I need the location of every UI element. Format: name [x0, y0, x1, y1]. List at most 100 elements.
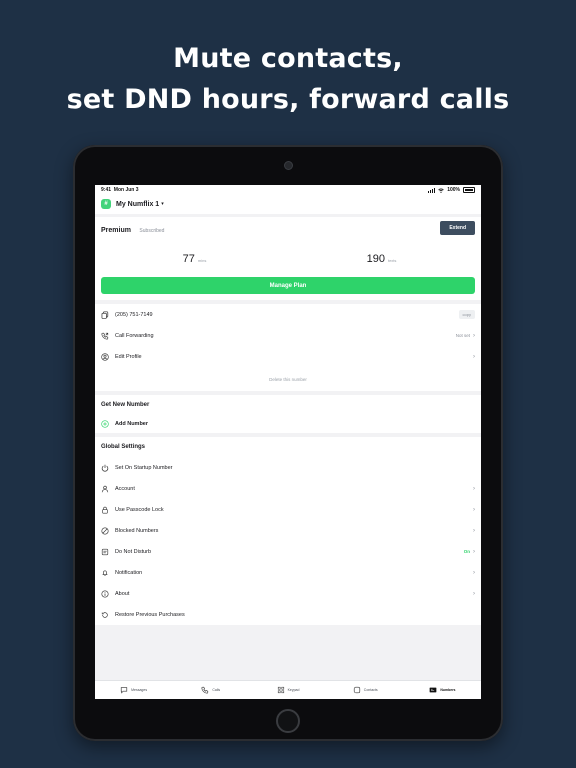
delete-number-link[interactable]: Delete this number [95, 367, 481, 391]
copy-icon [101, 310, 109, 319]
phone-number-row: (205) 751-7149 copy [95, 304, 481, 325]
setting-label: Account [115, 485, 135, 492]
setting-label: Do Not Disturb [115, 548, 152, 555]
tab-bar: Messages Calls Keypad Contacts Numbers [95, 680, 481, 699]
plan-name: Premium [101, 227, 131, 234]
tab-calls[interactable]: Calls [172, 681, 249, 699]
setting-label: About [115, 590, 130, 597]
texts-value: 190 [366, 253, 385, 265]
plus-circle-icon [101, 420, 109, 428]
block-icon [101, 526, 109, 535]
ipad-device: 9:41 Mon Jun 3 100% # My Numflix 1 ▾ Pre… [73, 145, 503, 741]
tab-label: Numbers [440, 688, 456, 692]
empty-area [95, 625, 481, 685]
minutes-stat: 77 mins [101, 249, 288, 267]
numbers-icon [429, 687, 437, 693]
app-screen: 9:41 Mon Jun 3 100% # My Numflix 1 ▾ Pre… [95, 185, 481, 699]
bell-icon [101, 569, 109, 577]
tab-numbers[interactable]: Numbers [404, 681, 481, 699]
headline-line-2: set DND hours, forward calls [66, 84, 510, 115]
wifi-icon [438, 188, 444, 193]
calls-icon [201, 686, 209, 694]
plan-header: Premium Subscribed Extend [101, 217, 475, 239]
tab-messages[interactable]: Messages [95, 681, 172, 699]
user-icon [101, 485, 109, 493]
chevron-right-icon: › [473, 332, 475, 339]
add-number-row[interactable]: Add Number [95, 415, 481, 433]
setting-label: Use Passcode Lock [115, 506, 164, 513]
setting-row-account[interactable]: Account › [95, 478, 481, 499]
number-name: My Numflix 1 [116, 200, 160, 208]
headline-line-1: Mute contacts, [173, 43, 403, 74]
chevron-right-icon: › [473, 569, 475, 576]
edit-profile-row[interactable]: Edit Profile › [95, 346, 481, 367]
add-number-label: Add Number [115, 421, 148, 427]
status-indicators: 100% [428, 187, 475, 193]
chevron-right-icon: › [473, 548, 475, 555]
chevron-right-icon: › [473, 527, 475, 534]
tab-keypad[interactable]: Keypad [249, 681, 326, 699]
setting-row-use-passcode-lock[interactable]: Use Passcode Lock › [95, 499, 481, 520]
info-icon [101, 589, 109, 598]
setting-label: Set On Startup Number [115, 464, 173, 471]
phone-number: (205) 751-7149 [115, 311, 153, 318]
restore-icon [101, 611, 109, 619]
plan-title: Premium Subscribed [101, 219, 164, 237]
app-logo: # [101, 199, 111, 209]
setting-row-restore-previous-purchases[interactable]: Restore Previous Purchases [95, 604, 481, 625]
call-forwarding-label: Call Forwarding [115, 332, 154, 339]
camera-icon [284, 161, 293, 170]
chevron-right-icon: › [473, 590, 475, 597]
edit-profile-label: Edit Profile [115, 353, 142, 360]
setting-row-about[interactable]: About › [95, 583, 481, 604]
chevron-right-icon: › [473, 485, 475, 492]
phone-forward-icon [101, 332, 109, 340]
manage-plan-button[interactable]: Manage Plan [101, 277, 475, 294]
message-icon [121, 687, 128, 694]
tab-contacts[interactable]: Contacts [327, 681, 404, 699]
battery-percent: 100% [447, 187, 460, 193]
status-time-value: 9:41 [101, 187, 112, 193]
call-forwarding-row[interactable]: Call Forwarding Not set › [95, 325, 481, 346]
number-selector[interactable]: # My Numflix 1 ▾ [95, 194, 481, 214]
chevron-down-icon: ▾ [161, 201, 164, 207]
contacts-icon [353, 686, 360, 694]
copy-button[interactable]: copy [458, 310, 475, 319]
battery-icon [463, 187, 475, 193]
plan-stats: 77 mins 190 texts [101, 239, 475, 277]
call-forwarding-value: Not set [455, 333, 470, 338]
tab-label: Contacts [363, 688, 378, 692]
setting-row-notification[interactable]: Notification › [95, 562, 481, 583]
minutes-value: 77 [182, 253, 195, 265]
texts-stat: 190 texts [288, 249, 475, 267]
setting-row-blocked-numbers[interactable]: Blocked Numbers › [95, 520, 481, 541]
new-number-title: Get New Number [95, 395, 481, 415]
extend-button[interactable]: Extend [440, 221, 475, 235]
setting-label: Blocked Numbers [115, 527, 159, 534]
home-button [276, 709, 300, 733]
plan-card: Premium Subscribed Extend 77 mins 190 text… [95, 217, 481, 300]
lock-icon [101, 506, 109, 514]
status-time: 9:41 Mon Jun 3 [101, 187, 139, 193]
global-settings-title: Global Settings [95, 437, 481, 457]
status-date-value: Mon Jun 3 [113, 187, 139, 193]
tab-label: Keypad [287, 688, 300, 692]
setting-label: Notification [115, 569, 143, 576]
minutes-unit: mins [197, 258, 207, 263]
setting-row-do-not-disturb[interactable]: Do Not Disturb On › [95, 541, 481, 562]
texts-unit: texts [387, 258, 397, 263]
dnd-icon [101, 548, 109, 556]
global-settings-list: Set On Startup Number Account › Use Passcod… [95, 457, 481, 625]
headline: Mute contacts, set DND hours, forward ca… [0, 38, 576, 120]
profile-icon [101, 352, 109, 361]
plan-status: Subscribed [139, 228, 165, 234]
status-bar: 9:41 Mon Jun 3 100% [95, 185, 481, 194]
setting-label: Restore Previous Purchases [115, 611, 185, 618]
power-icon [101, 464, 109, 472]
tab-label: Messages [131, 688, 148, 692]
setting-value: On [463, 549, 470, 554]
setting-row-set-on-startup-number[interactable]: Set On Startup Number [95, 457, 481, 478]
chevron-right-icon: › [473, 353, 475, 360]
tab-label: Calls [212, 688, 221, 692]
signal-icon [428, 187, 436, 193]
